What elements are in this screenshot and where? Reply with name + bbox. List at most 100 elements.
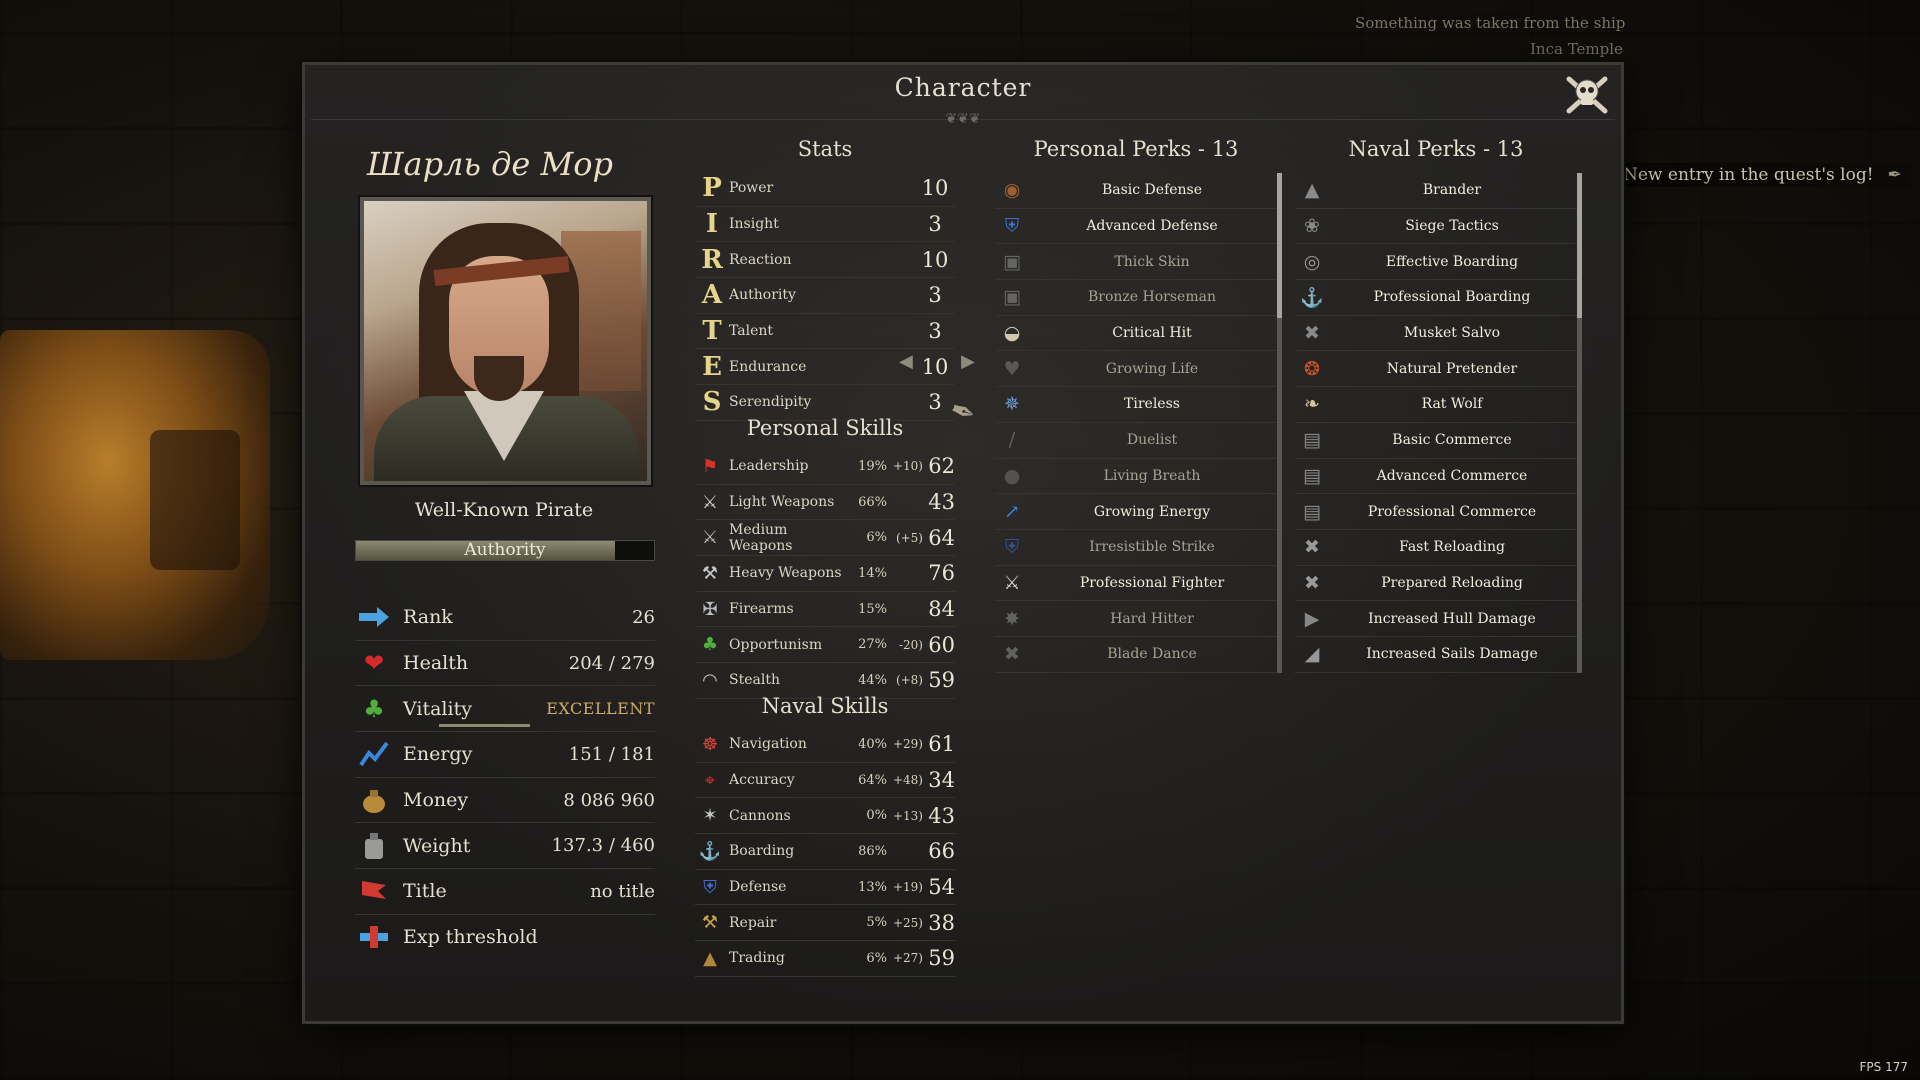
skill-name: Medium Weapons <box>729 521 793 554</box>
perk-row[interactable]: ◢ Increased Sails Damage <box>1295 637 1577 673</box>
skill-row[interactable]: ⚔ Light Weapons 66% 43 <box>695 485 955 521</box>
skill-value: 43 <box>928 490 955 515</box>
perk-row[interactable]: ⛨ Irresistible Strike <box>995 530 1277 566</box>
perk-row[interactable]: ▣ Bronze Horseman <box>995 280 1277 316</box>
skill-row[interactable]: ⚒ Repair 5% +25) 38 <box>695 905 955 942</box>
perk-row[interactable]: ◒ Critical Hit <box>995 316 1277 352</box>
stat-value: 3 <box>928 319 942 344</box>
info-label: Vitality <box>403 697 472 720</box>
perk-name: Bronze Horseman <box>1088 289 1216 306</box>
perk-row[interactable]: ✖ Prepared Reloading <box>1295 566 1577 602</box>
perk-row[interactable]: ❂ Natural Pretender <box>1295 351 1577 388</box>
skill-row[interactable]: ♣ Opportunism 27% -20) 60 <box>695 627 955 664</box>
increase-arrow-icon[interactable]: ▶ <box>961 351 975 372</box>
perk-row[interactable]: ⛨ Advanced Defense <box>995 209 1277 245</box>
perk-row[interactable]: ⚔ Professional Fighter <box>995 566 1277 602</box>
clover-icon: ♣ <box>701 634 719 656</box>
perk-name: Effective Boarding <box>1385 253 1519 270</box>
naval-perks-scrollbar[interactable] <box>1577 173 1582 318</box>
skill-row[interactable]: ⚓ Boarding 86% 66 <box>695 834 955 870</box>
perk-row[interactable]: ▤ Basic Commerce <box>1295 423 1577 459</box>
skill-value: 66 <box>928 839 955 864</box>
skill-value: 38 <box>928 910 955 935</box>
skill-bonus: +25) <box>892 915 923 930</box>
perk-name: Basic Commerce <box>1392 432 1512 449</box>
perk-row[interactable]: ❀ Siege Tactics <box>1295 209 1577 245</box>
naval-perks-header: Naval Perks - 13 <box>1348 137 1524 161</box>
fps-counter: FPS 177 <box>1859 1060 1908 1074</box>
shield-icon: ⛨ <box>1004 215 1020 238</box>
perk-row[interactable]: ▤ Advanced Commerce <box>1295 459 1577 495</box>
crossed-sabres-icon: ⚔ <box>701 527 719 549</box>
perk-name: Living Breath <box>1103 467 1201 484</box>
quest-log-notice: New entry in the quest's log! ✒ <box>1615 163 1910 187</box>
stat-row[interactable]: I Insight 3 <box>695 207 955 243</box>
personal-perks-scrollbar[interactable] <box>1277 173 1282 318</box>
red-flag-icon: ⚑ <box>701 455 719 477</box>
perk-row[interactable]: ∕ Duelist <box>995 423 1277 459</box>
perk-row[interactable]: ✖ Musket Salvo <box>1295 316 1577 352</box>
skill-row[interactable]: ⚑ Leadership 19% +10) 62 <box>695 449 955 485</box>
stats-header: Stats <box>797 137 853 161</box>
skill-row[interactable]: ⛨ Defense 13% +19) 54 <box>695 870 955 906</box>
stat-row[interactable]: P Power 10 <box>695 171 955 207</box>
skill-bonus: -20) <box>898 637 923 652</box>
perk-row[interactable]: ✖ Fast Reloading <box>1295 530 1577 566</box>
perk-row[interactable]: ♥ Growing Life <box>995 351 1277 388</box>
stat-name: Endurance <box>729 358 807 375</box>
perk-row[interactable]: ⚓ Professional Boarding <box>1295 280 1577 316</box>
perk-row[interactable]: ✵ Tireless <box>995 387 1277 423</box>
perk-row[interactable]: ▣ Thick Skin <box>995 244 1277 281</box>
perk-name: Basic Defense <box>1101 182 1203 199</box>
perk-row[interactable]: ✖ Blade Dance <box>995 637 1277 673</box>
info-label: Weight <box>403 834 471 857</box>
flag-icon <box>355 876 393 906</box>
skill-name: Accuracy <box>729 772 795 789</box>
perk-row[interactable]: ▶ Increased Hull Damage <box>1295 601 1577 637</box>
skill-row[interactable]: ☸ Navigation 40% +29) 61 <box>695 727 955 763</box>
perk-row[interactable]: ▲ Brander <box>1295 173 1577 209</box>
perk-name: Rat Wolf <box>1421 396 1483 413</box>
skill-row[interactable]: ✠ Firearms 15% 84 <box>695 592 955 628</box>
info-row-vitality: ♣ Vitality EXCELLENT <box>355 686 655 733</box>
perk-row[interactable]: ❧ Rat Wolf <box>1295 387 1577 423</box>
perk-name: Tireless <box>1124 396 1180 413</box>
perk-row[interactable]: ◉ Basic Defense <box>995 173 1277 209</box>
perk-row[interactable]: ↗ Growing Energy <box>995 494 1277 530</box>
exp-icon <box>355 922 393 952</box>
decrease-arrow-icon[interactable]: ◀ <box>899 351 913 372</box>
perk-name: Professional Commerce <box>1367 503 1537 520</box>
skill-percent: 86% <box>858 843 887 859</box>
character-info-list: Rank 26 ❤ Health 204 / 279 ♣ Vitality EX… <box>355 595 655 960</box>
perk-row[interactable]: ● Living Breath <box>995 459 1277 495</box>
perk-row[interactable]: ✸ Hard Hitter <box>995 601 1277 637</box>
stat-name: Insight <box>729 216 779 233</box>
info-label: Health <box>403 652 469 675</box>
title-ornament: ❦❦❦ <box>945 111 981 127</box>
stat-row[interactable]: T Talent 3 <box>695 314 955 350</box>
skill-row[interactable]: ⌖ Accuracy 64% +48) 34 <box>695 763 955 799</box>
skill-row[interactable]: ⚒ Heavy Weapons 14% 76 <box>695 556 955 592</box>
character-window: Character ❦❦❦ Шарль де Мор Well-Known Pi… <box>302 62 1624 1024</box>
stat-row[interactable]: A Authority 3 <box>695 278 955 314</box>
perk-name: Increased Hull Damage <box>1368 610 1536 627</box>
skill-value: 76 <box>928 561 955 586</box>
skill-name: Boarding <box>729 843 795 860</box>
naval-skills-list: ☸ Navigation 40% +29) 61 ⌖ Accuracy 64% +48) 34 ✶ C… <box>695 727 955 977</box>
info-row-title: Title no title <box>355 869 655 915</box>
stat-row[interactable]: R Reaction 10 <box>695 242 955 279</box>
skill-row[interactable]: ▲ Trading 6% +27) 59 <box>695 941 955 977</box>
perk-row[interactable]: ▤ Professional Commerce <box>1295 494 1577 530</box>
skill-row[interactable]: ✶ Cannons 0% +13) 43 <box>695 798 955 835</box>
fireship-icon: ▲ <box>1304 179 1320 202</box>
stat-row[interactable]: E Endurance 10 <box>695 349 955 386</box>
skull-crossbones-icon[interactable] <box>1563 71 1611 119</box>
perk-row[interactable]: ◎ Effective Boarding <box>1295 244 1577 281</box>
stats-list: P Power 10 I Insight 3 R Reaction 10 A Authority 3 T… <box>695 171 955 421</box>
fist-icon: ✸ <box>1004 607 1020 630</box>
skill-row[interactable]: ⚔ Medium Weapons 6% (+5) 64 <box>695 520 955 557</box>
skill-bonus: +27) <box>892 951 923 966</box>
skill-percent: 6% <box>866 530 887 546</box>
stone-statue <box>0 330 270 660</box>
stat-letter: I <box>705 209 719 240</box>
